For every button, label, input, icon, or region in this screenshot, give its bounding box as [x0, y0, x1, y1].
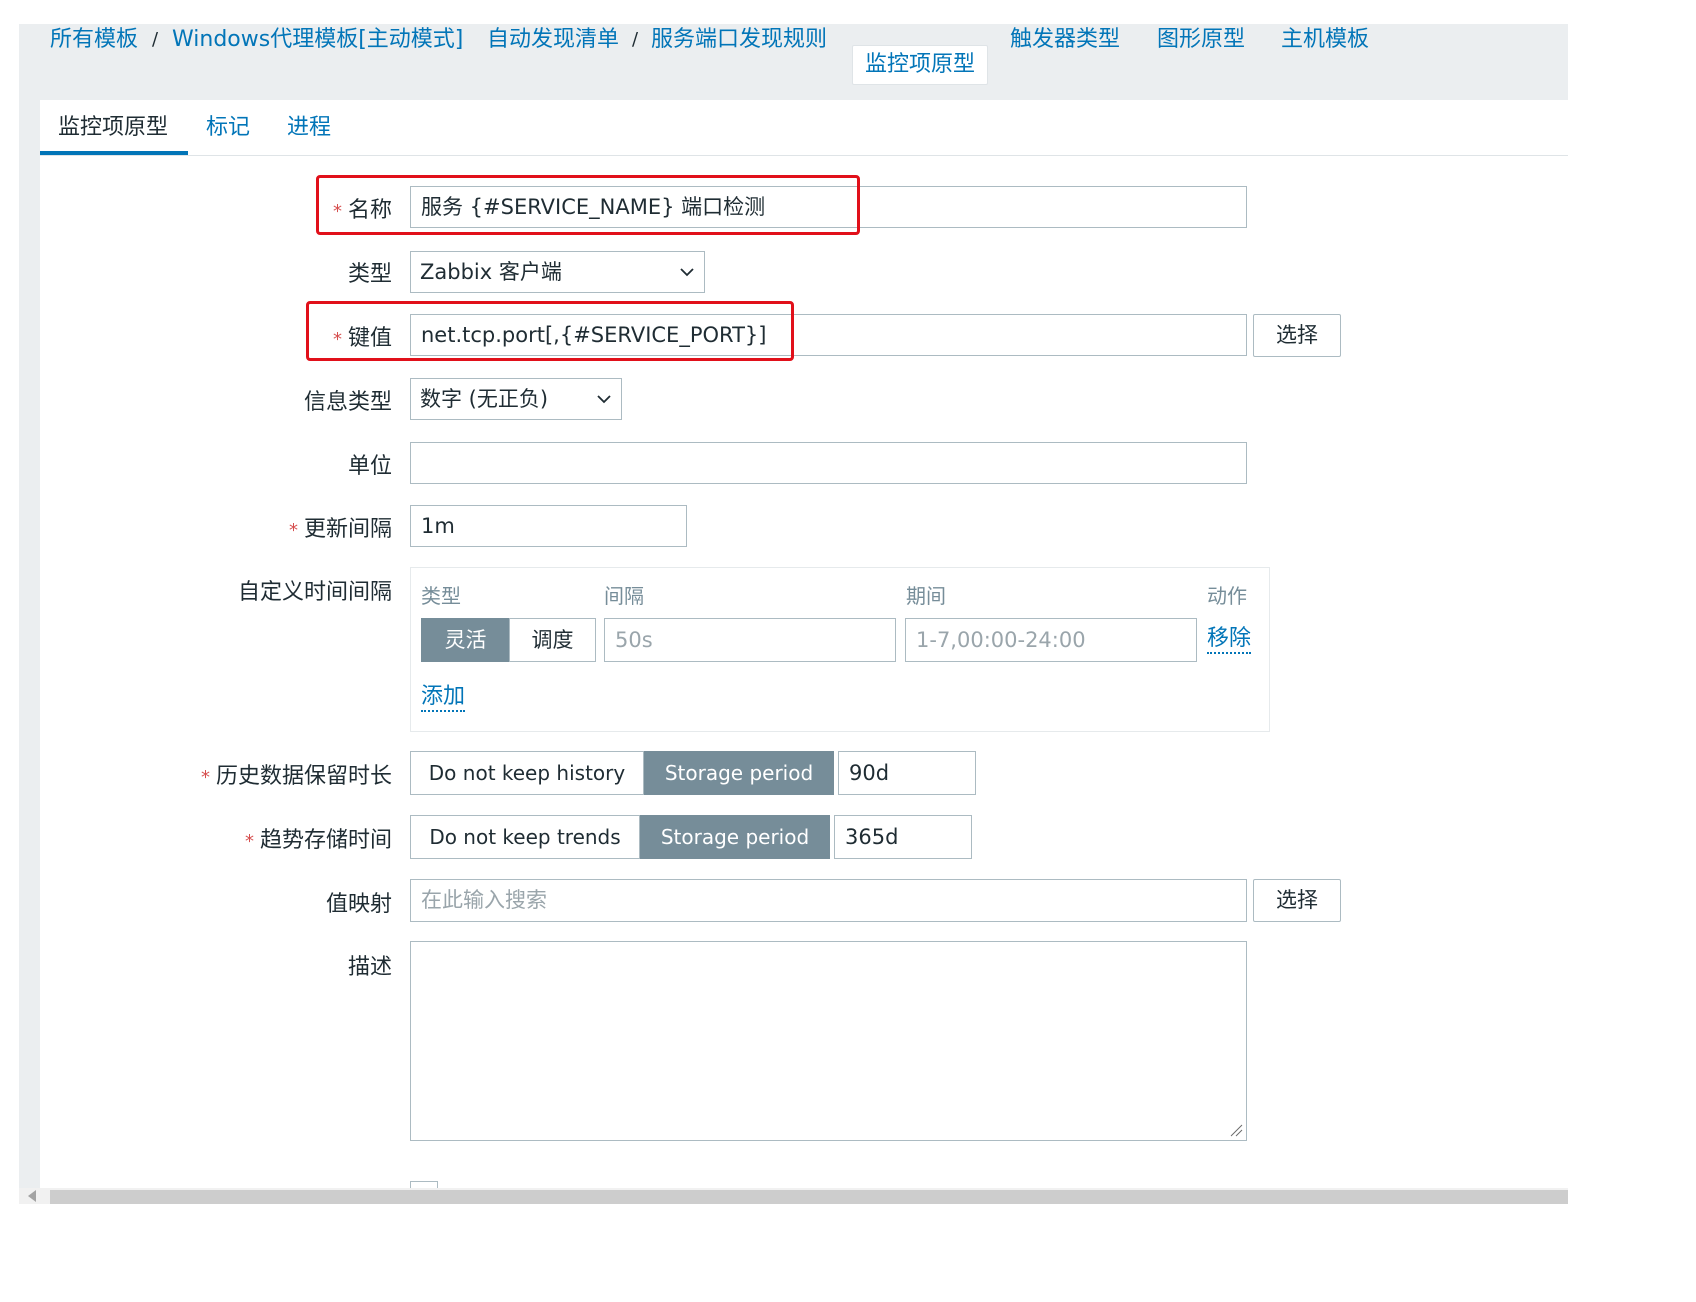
info-type-select[interactable]: 数字 (无正负): [410, 378, 622, 420]
ci-col-type: 类型: [421, 584, 461, 608]
update-interval-label: * 更新间隔: [289, 511, 392, 543]
nav-host-templates[interactable]: 主机模板: [1281, 0, 1369, 76]
tab-process[interactable]: 进程: [287, 100, 331, 155]
nav-trigger-types[interactable]: 触发器类型: [1010, 0, 1120, 76]
ci-period-input[interactable]: 1-7,00:00-24:00: [905, 618, 1197, 662]
key-highlight-box: [306, 301, 794, 361]
units-input[interactable]: [410, 442, 1247, 484]
type-select[interactable]: Zabbix 客户端: [410, 251, 705, 293]
scrollbar-thumb[interactable]: [50, 1190, 1568, 1204]
nav-item-prototypes[interactable]: 监控项原型: [852, 45, 988, 85]
ci-interval-input[interactable]: 50s: [604, 618, 896, 662]
history-storage-period-toggle[interactable]: Storage period: [644, 751, 834, 795]
tabs-divider: [40, 155, 1568, 156]
required-asterisk: *: [200, 767, 210, 788]
breadcrumb-separator: /: [632, 29, 639, 50]
type-select-value: Zabbix 客户端: [420, 260, 562, 284]
trends-label: * 趋势存储时间: [245, 822, 392, 854]
trends-storage-period-toggle[interactable]: Storage period: [640, 815, 830, 859]
active-tab-indicator: [40, 151, 188, 155]
breadcrumb-template[interactable]: Windows代理模板[主动模式]: [172, 0, 463, 76]
description-textarea[interactable]: [410, 941, 1247, 1141]
ci-add-link[interactable]: 添加: [421, 684, 466, 712]
breadcrumb-all-templates[interactable]: 所有模板: [50, 0, 138, 76]
history-label: * 历史数据保留时长: [201, 758, 392, 790]
scroll-left-arrow-icon[interactable]: [28, 1190, 36, 1202]
update-interval-input[interactable]: 1m: [410, 505, 687, 547]
type-label: 类型: [347, 262, 392, 287]
resize-handle-icon[interactable]: [1229, 1123, 1243, 1137]
history-label-text: 历史数据保留时长: [215, 764, 392, 789]
chevron-down-icon: [680, 268, 694, 277]
required-asterisk: *: [244, 831, 254, 852]
chevron-down-icon: [597, 395, 611, 404]
ci-flexible-toggle[interactable]: 灵活: [421, 618, 510, 662]
valuemap-label: 值映射: [325, 892, 392, 917]
ci-col-action: 动作: [1207, 584, 1247, 608]
required-asterisk: *: [288, 520, 298, 541]
ci-scheduling-toggle[interactable]: 调度: [509, 618, 596, 662]
update-interval-label-text: 更新间隔: [303, 517, 392, 542]
info-type-label: 信息类型: [303, 390, 392, 415]
name-highlight-box: [316, 175, 860, 235]
nav-graph-prototypes[interactable]: 图形原型: [1157, 0, 1245, 76]
ci-col-interval: 间隔: [604, 584, 644, 608]
history-period-input[interactable]: 90d: [838, 751, 976, 795]
units-label: 单位: [347, 454, 392, 479]
custom-intervals-label: 自定义时间间隔: [237, 580, 392, 605]
valuemap-search-input[interactable]: 在此输入搜索: [410, 879, 1247, 922]
breadcrumb-separator: /: [152, 29, 159, 50]
nav-item-prototypes-label: 监控项原型: [864, 52, 975, 77]
info-type-select-value: 数字 (无正负): [420, 387, 549, 411]
ci-col-period: 期间: [906, 584, 946, 608]
valuemap-select-button[interactable]: 选择: [1253, 879, 1341, 922]
ci-remove-link[interactable]: 移除: [1207, 626, 1252, 654]
description-label: 描述: [347, 955, 392, 980]
trends-period-input[interactable]: 365d: [834, 815, 972, 859]
key-select-button[interactable]: 选择: [1253, 314, 1341, 357]
trends-do-not-keep-toggle[interactable]: Do not keep trends: [410, 815, 640, 859]
breadcrumb-discovery-rule[interactable]: 服务端口发现规则: [651, 0, 827, 76]
breadcrumb-discovery-list[interactable]: 自动发现清单: [487, 0, 619, 76]
tab-item-prototype[interactable]: 监控项原型: [58, 100, 168, 155]
history-do-not-keep-toggle[interactable]: Do not keep history: [410, 751, 644, 795]
trends-label-text: 趋势存储时间: [259, 828, 392, 853]
tab-tags[interactable]: 标记: [206, 100, 250, 155]
